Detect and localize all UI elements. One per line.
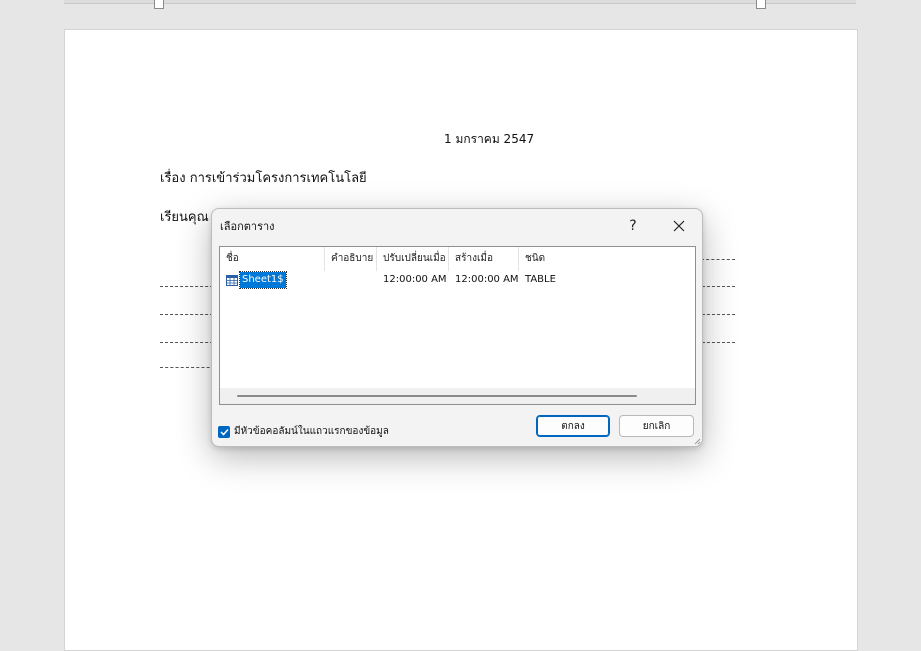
column-header-name[interactable]: ชื่อ <box>220 247 325 271</box>
first-row-headers-checkbox[interactable] <box>218 425 230 438</box>
table-list-header: ชื่อ คำอธิบาย ปรับเปลี่ยนเมื่อ สร้างเมื่… <box>220 247 695 271</box>
table-type: TABLE <box>525 274 556 285</box>
right-indent-marker[interactable] <box>756 0 766 9</box>
ok-button[interactable]: ตกลง <box>536 415 610 437</box>
left-indent-marker[interactable] <box>154 0 164 9</box>
column-header-description[interactable]: คำอธิบาย <box>325 247 377 271</box>
first-row-headers-option[interactable]: มีหัวข้อคอลัมน์ในแถวแรกของข้อมูล <box>218 424 389 439</box>
document-date: 1 มกราคม 2547 <box>444 132 535 146</box>
close-button[interactable] <box>660 212 698 240</box>
table-icon <box>226 274 238 286</box>
document-salutation: เรียนคุณ <box>160 210 209 225</box>
column-header-modified[interactable]: ปรับเปลี่ยนเมื่อ <box>377 247 449 271</box>
table-name-cell[interactable]: Sheet1$ <box>226 271 287 289</box>
horizontal-scrollbar[interactable] <box>220 388 695 404</box>
resize-grip-icon[interactable] <box>693 437 701 445</box>
table-list[interactable]: ชื่อ คำอธิบาย ปรับเปลี่ยนเมื่อ สร้างเมื่… <box>219 246 696 405</box>
help-button[interactable]: ? <box>616 212 650 240</box>
help-icon: ? <box>629 218 637 234</box>
horizontal-ruler[interactable] <box>64 0 856 9</box>
checkmark-icon <box>219 428 229 436</box>
column-header-type[interactable]: ชนิด <box>519 247 579 271</box>
first-row-headers-label: มีหัวข้อคอลัมน์ในแถวแรกของข้อมูล <box>234 426 389 437</box>
table-row[interactable]: Sheet1$ 12:00:00 AM 12:00:00 AM TABLE <box>220 271 695 289</box>
cancel-button[interactable]: ยกเลิก <box>619 415 694 437</box>
table-modified: 12:00:00 AM <box>383 274 447 285</box>
document-subject: เรื่อง การเข้าร่วมโครงการเทคโนโลยี <box>160 171 367 186</box>
table-created: 12:00:00 AM <box>455 274 519 285</box>
column-header-created[interactable]: สร้างเมื่อ <box>449 247 519 271</box>
scrollbar-thumb[interactable] <box>237 395 637 397</box>
table-name: Sheet1$ <box>239 271 287 289</box>
select-table-dialog: เลือกตาราง ? ชื่อ คำอธิบาย ปรับเปลี่ยนเม… <box>211 208 703 447</box>
dotted-line <box>701 259 735 260</box>
close-icon <box>673 220 685 232</box>
dialog-title: เลือกตาราง <box>220 220 275 233</box>
